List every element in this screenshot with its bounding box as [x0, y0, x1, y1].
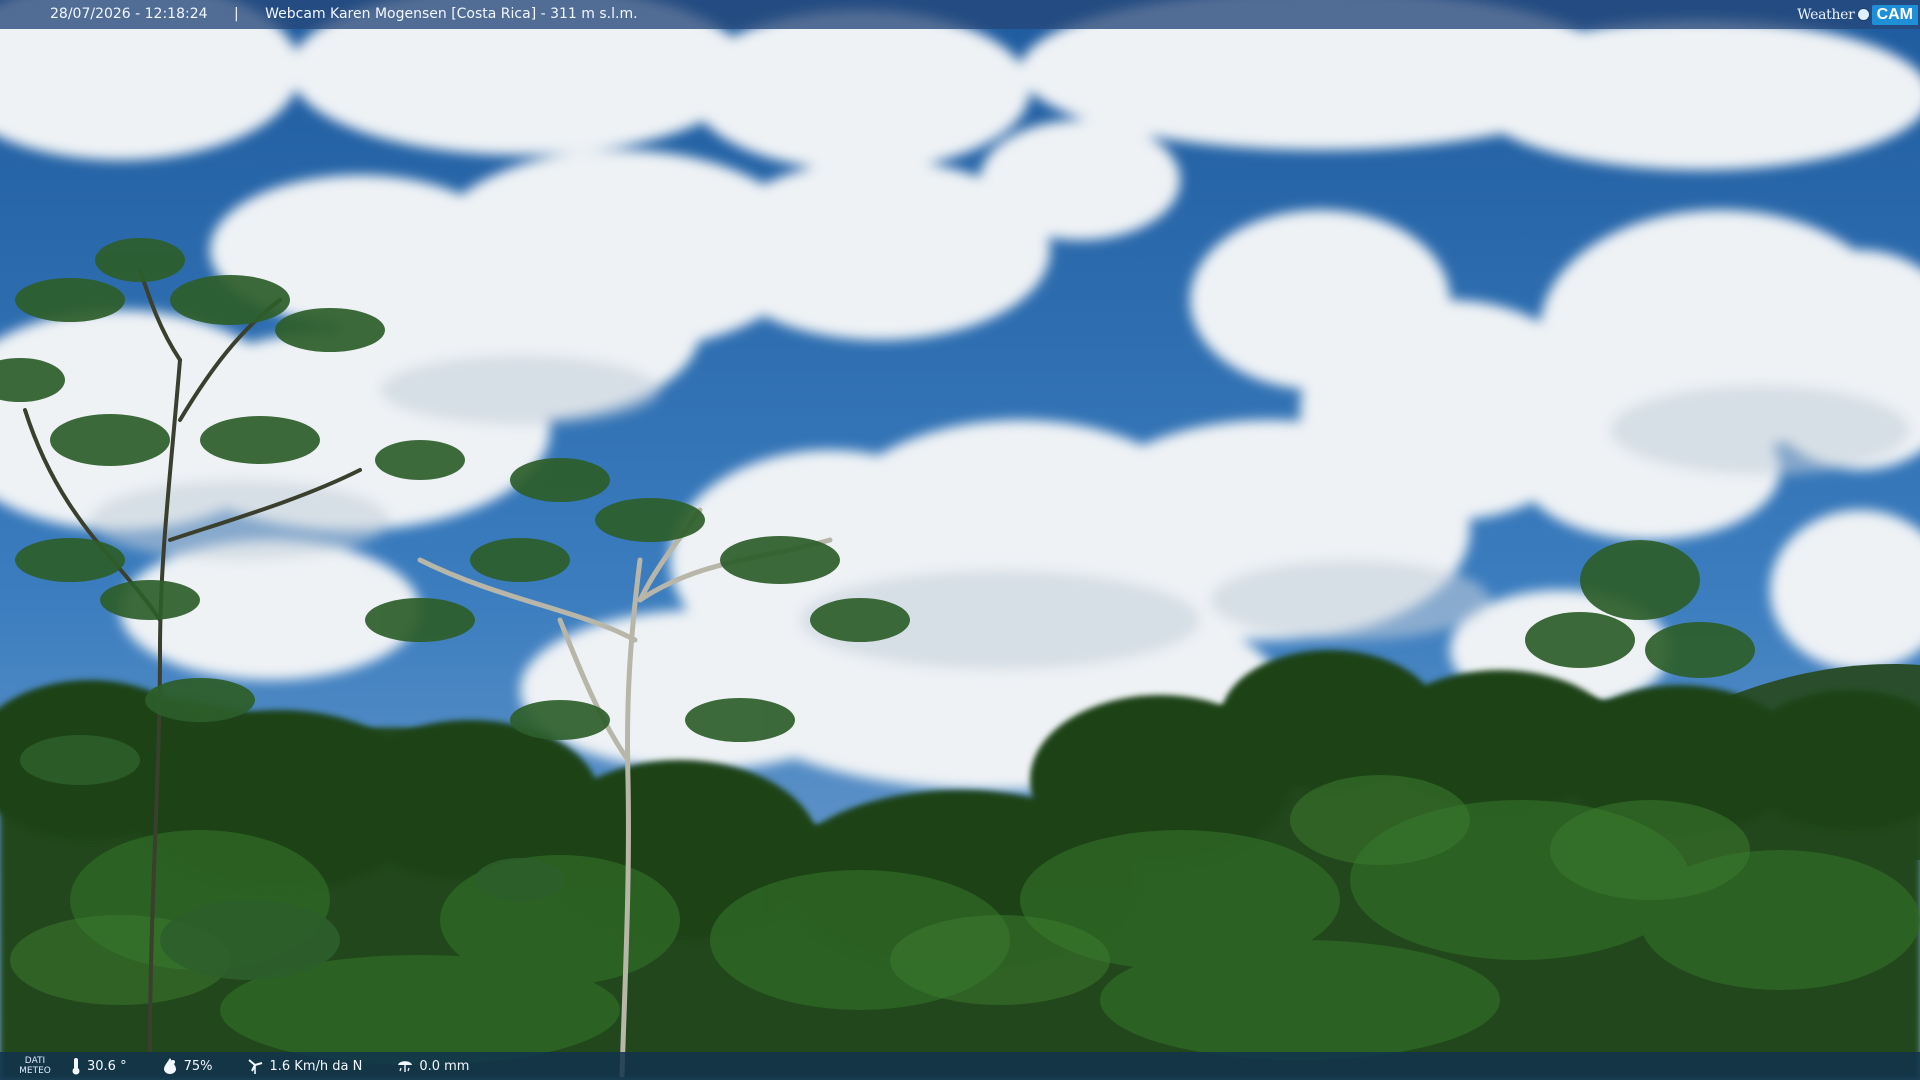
- temperature-metric: 30.6 °: [70, 1057, 127, 1075]
- logo-dot-icon: [1857, 9, 1869, 20]
- webcam-location-label: Webcam Karen Mogensen [Costa Rica] - 311…: [265, 6, 638, 22]
- header-bar: 28/07/2026 - 12:18:24 | Webcam Karen Mog…: [0, 0, 1920, 29]
- weather-data-bar: DATI METEO 30.6 ° 75% 1.6 Km/h da N 0.0 …: [0, 1052, 1920, 1080]
- logo-text-cam: CAM: [1871, 4, 1918, 25]
- dati-meteo-line1: DATI: [24, 1056, 46, 1066]
- weathercam-logo: Weather CAM: [1797, 0, 1920, 29]
- rain-metric: 0.0 mm: [396, 1057, 469, 1075]
- dati-meteo-label: DATI METEO: [0, 1056, 70, 1076]
- wind-turbine-icon: [248, 1059, 263, 1074]
- humidity-metric: 75%: [161, 1057, 213, 1075]
- header-separator: |: [233, 6, 239, 22]
- temperature-value: 30.6 °: [87, 1058, 127, 1074]
- rain-value: 0.0 mm: [419, 1058, 470, 1074]
- datetime-label: 28/07/2026 - 12:18:24: [50, 6, 208, 22]
- logo-text-weather: Weather: [1797, 6, 1855, 23]
- humidity-value: 75%: [183, 1058, 213, 1074]
- rain-icon: [398, 1061, 413, 1072]
- dati-meteo-line2: METEO: [19, 1066, 51, 1076]
- webcam-scene: [0, 0, 1920, 1080]
- humidity-drop-icon: [163, 1058, 176, 1074]
- thermometer-icon: [72, 1058, 80, 1075]
- wind-value: 1.6 Km/h da N: [269, 1058, 363, 1074]
- wind-metric: 1.6 Km/h da N: [246, 1057, 362, 1075]
- webcam-frame: 28/07/2026 - 12:18:24 | Webcam Karen Mog…: [0, 0, 1920, 1080]
